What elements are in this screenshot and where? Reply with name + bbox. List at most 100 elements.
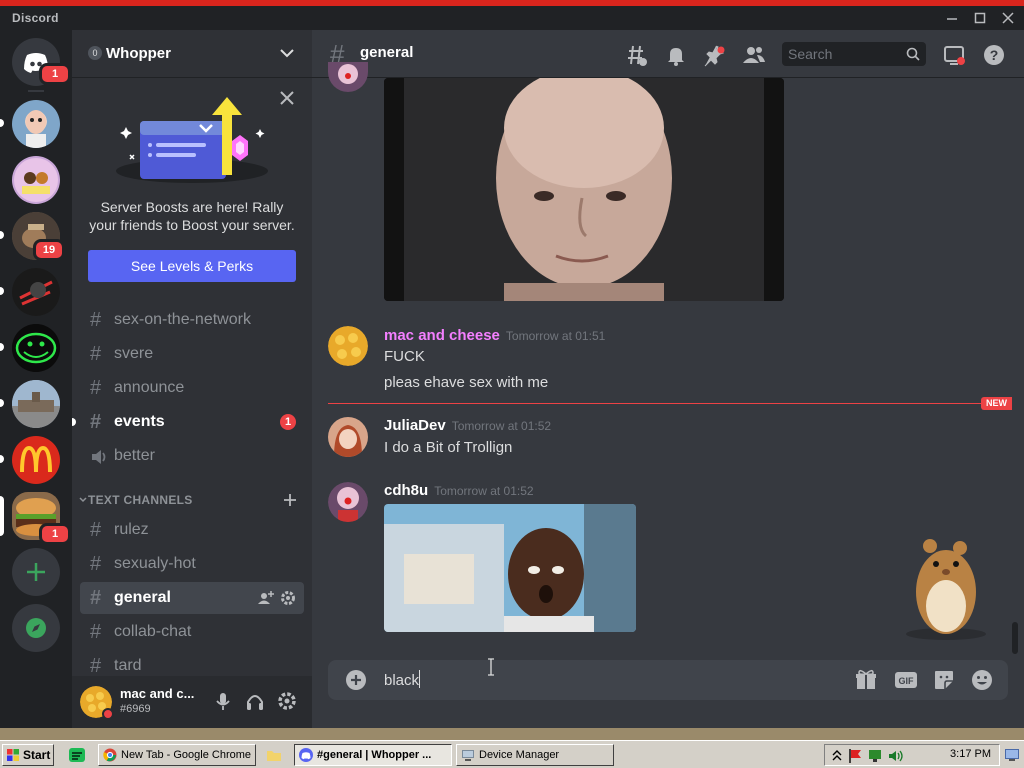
chat-scrollbar-thumb[interactable] — [1012, 622, 1018, 654]
create-channel-icon[interactable] — [282, 492, 298, 508]
channel-rulez[interactable]: # rulez — [80, 514, 304, 546]
channel-collab-chat[interactable]: # collab-chat — [80, 616, 304, 648]
author-name: mac and cheese — [384, 327, 500, 344]
inbox-icon[interactable] — [942, 43, 966, 67]
avatar[interactable] — [328, 482, 368, 522]
avatar[interactable] — [328, 326, 368, 366]
invite-member-icon[interactable] — [258, 590, 274, 606]
message-composer[interactable]: black GIF — [328, 660, 1008, 700]
channel-title: general — [360, 44, 414, 61]
server-unread-pill — [0, 287, 4, 295]
new-messages-label: NEW — [981, 397, 1012, 410]
explore-servers-button[interactable] — [12, 604, 60, 652]
user-discriminator: #6969 — [120, 703, 151, 715]
message-input[interactable]: black — [384, 670, 421, 689]
message-author[interactable]: mac and cheese Tomorrow at 01:51 — [384, 327, 605, 344]
volume-icon[interactable] — [887, 748, 903, 764]
channel-better[interactable]: better — [80, 440, 304, 472]
channel-unread-pill — [72, 418, 76, 426]
message-author[interactable]: cdh8u Tomorrow at 01:52 — [384, 482, 534, 499]
gear-icon[interactable] — [280, 590, 296, 606]
server-icon-3[interactable] — [12, 156, 60, 204]
mention-badge: 1 — [280, 414, 296, 430]
taskbar-item-chrome[interactable]: New Tab - Google Chrome — [98, 744, 256, 766]
headphones-icon[interactable] — [244, 690, 266, 712]
server-unread-pill — [0, 343, 4, 351]
emoji-icon[interactable] — [970, 668, 994, 692]
avatar[interactable] — [328, 62, 368, 92]
taskbar-item-device-manager[interactable]: Device Manager — [456, 744, 614, 766]
channel-events[interactable]: # events 1 — [80, 406, 304, 438]
building-icon — [12, 380, 60, 428]
category-text-channels[interactable]: TEXT CHANNELS — [78, 492, 304, 508]
channel-svere[interactable]: # svere — [80, 338, 304, 370]
clown-avatar-icon — [328, 62, 368, 92]
minimize-button[interactable] — [940, 8, 964, 28]
bell-icon[interactable] — [664, 43, 688, 67]
taskbar-item-discord[interactable]: #general | Whopper ... — [294, 744, 452, 766]
message-image-embed[interactable] — [384, 78, 784, 301]
avatar[interactable] — [328, 417, 368, 457]
server-icon-7[interactable] — [12, 380, 60, 428]
discord-logo-icon — [299, 748, 313, 762]
maximize-button[interactable] — [968, 8, 992, 28]
boost-level-badge: 0 — [88, 46, 102, 60]
folder-icon[interactable] — [266, 747, 282, 763]
server-unread-pill — [0, 455, 4, 463]
channel-name: collab-chat — [114, 623, 192, 640]
network-icon[interactable] — [867, 748, 883, 764]
server-list: 1 19 1 — [0, 30, 72, 728]
svg-text:?: ? — [990, 47, 999, 63]
search-input[interactable]: Search — [782, 42, 926, 66]
server-unread-pill — [0, 119, 4, 127]
server-avatar-icon — [26, 110, 46, 148]
show-hidden-icons-icon[interactable] — [831, 748, 843, 762]
channel-general[interactable]: # general — [80, 582, 304, 614]
text-channel-icon: # — [90, 621, 102, 643]
channel-announce[interactable]: # announce — [80, 372, 304, 404]
channel-sexualy-hot[interactable]: # sexualy-hot — [80, 548, 304, 580]
start-button[interactable]: Start — [2, 744, 54, 766]
channel-sidebar: 0 Whopper Server Boosts are here! Rally … — [72, 30, 312, 728]
message-image-embed[interactable] — [384, 504, 636, 632]
anime-avatar-icon — [328, 417, 368, 457]
search-icon — [906, 47, 920, 61]
server-icon-2[interactable] — [12, 100, 60, 148]
gift-icon[interactable] — [854, 668, 878, 692]
message-author[interactable]: JuliaDev Tomorrow at 01:52 — [384, 417, 551, 434]
channel-name: general — [114, 589, 171, 606]
flag-alert-icon[interactable] — [847, 748, 863, 764]
chrome-icon — [103, 748, 117, 762]
member-list-icon[interactable] — [742, 43, 766, 67]
close-icon — [1002, 12, 1014, 24]
server-icon-8[interactable] — [12, 436, 60, 484]
boost-promo-text: Server Boosts are here! Rally your frien… — [89, 199, 295, 233]
guild-header[interactable]: 0 Whopper — [72, 30, 312, 78]
server-unread-pill — [0, 231, 4, 239]
chevron-down-icon — [79, 497, 87, 503]
chat-header: # general Search ? — [312, 30, 1024, 78]
server-icon-5[interactable] — [12, 268, 60, 316]
close-window-button[interactable] — [996, 8, 1020, 28]
close-promo-icon[interactable] — [278, 89, 296, 107]
gif-icon[interactable]: GIF — [894, 668, 918, 692]
user-settings-icon[interactable] — [276, 690, 298, 712]
taskbar: Start New Tab - Google Chrome #general |… — [0, 740, 1024, 768]
help-icon[interactable]: ? — [982, 43, 1006, 67]
threads-icon[interactable] — [624, 43, 648, 67]
text-channel-icon: # — [90, 553, 102, 575]
server-icon-6[interactable] — [12, 324, 60, 372]
add-server-button[interactable] — [12, 548, 60, 596]
show-desktop-icon[interactable] — [1004, 747, 1020, 763]
sticker-icon[interactable] — [932, 668, 956, 692]
see-levels-perks-button[interactable]: See Levels & Perks — [88, 250, 296, 282]
app-name: Discord — [12, 11, 59, 25]
upload-plus-icon[interactable] — [344, 668, 368, 692]
pin-icon[interactable] — [702, 43, 726, 67]
channel-sex-on-the-network[interactable]: # sex-on-the-network — [80, 304, 304, 336]
quicklaunch-app-icon[interactable] — [68, 747, 86, 763]
server-boost-promo: Server Boosts are here! Rally your frien… — [72, 79, 312, 297]
microphone-icon[interactable] — [212, 690, 234, 712]
chat-area: # general Search ? mac and cheese Tomorr… — [312, 30, 1024, 728]
message-text: I do a Bit of Trollign — [384, 439, 513, 456]
